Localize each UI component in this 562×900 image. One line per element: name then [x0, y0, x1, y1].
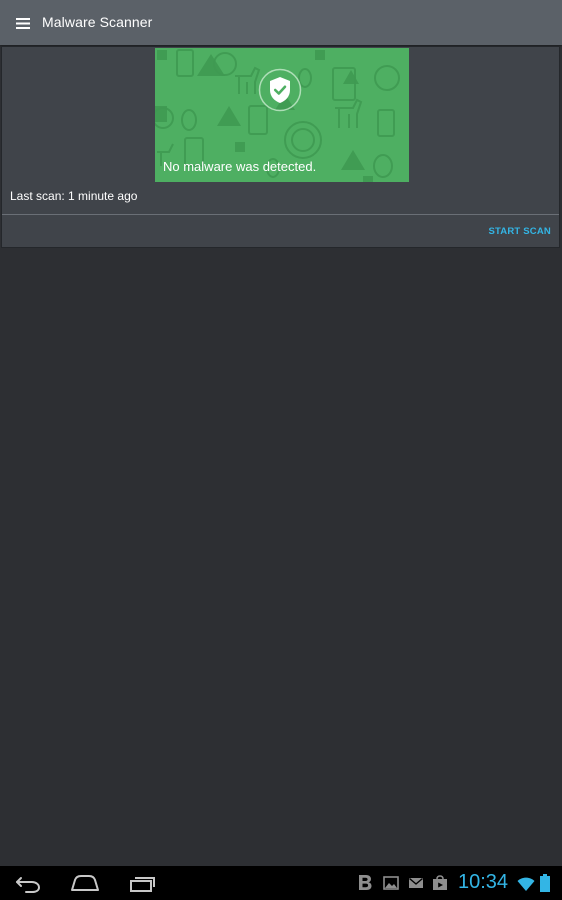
back-button[interactable]	[12, 872, 44, 894]
app-window: Malware Scanner No malware was detected.…	[0, 0, 562, 900]
recent-apps-button[interactable]	[126, 872, 158, 894]
scan-status-card: No malware was detected. Last scan: 1 mi…	[1, 46, 560, 248]
card-divider	[2, 214, 559, 215]
shield-check-icon	[258, 68, 302, 112]
gallery-icon[interactable]	[383, 875, 399, 891]
home-icon	[71, 875, 99, 891]
start-scan-button[interactable]: START SCAN	[488, 226, 551, 237]
scan-result-message: No malware was detected.	[163, 159, 317, 174]
status-clock: 10:34	[458, 871, 509, 893]
gmail-icon[interactable]	[408, 875, 424, 891]
scan-status-banner: No malware was detected.	[155, 48, 409, 182]
app-bar: Malware Scanner	[0, 0, 562, 45]
wifi-icon	[517, 877, 535, 891]
system-navigation-bar: 10:34	[0, 866, 562, 900]
back-icon	[16, 877, 41, 893]
battery-icon	[540, 874, 550, 892]
hamburger-menu-icon	[16, 17, 30, 29]
menu-button[interactable]	[10, 10, 36, 36]
store-icon[interactable]	[432, 875, 448, 891]
b-notification-icon[interactable]	[358, 874, 372, 891]
home-button[interactable]	[69, 872, 101, 894]
recent-apps-icon	[130, 877, 155, 892]
last-scan-time: Last scan: 1 minute ago	[10, 189, 138, 203]
app-title: Malware Scanner	[42, 14, 153, 30]
